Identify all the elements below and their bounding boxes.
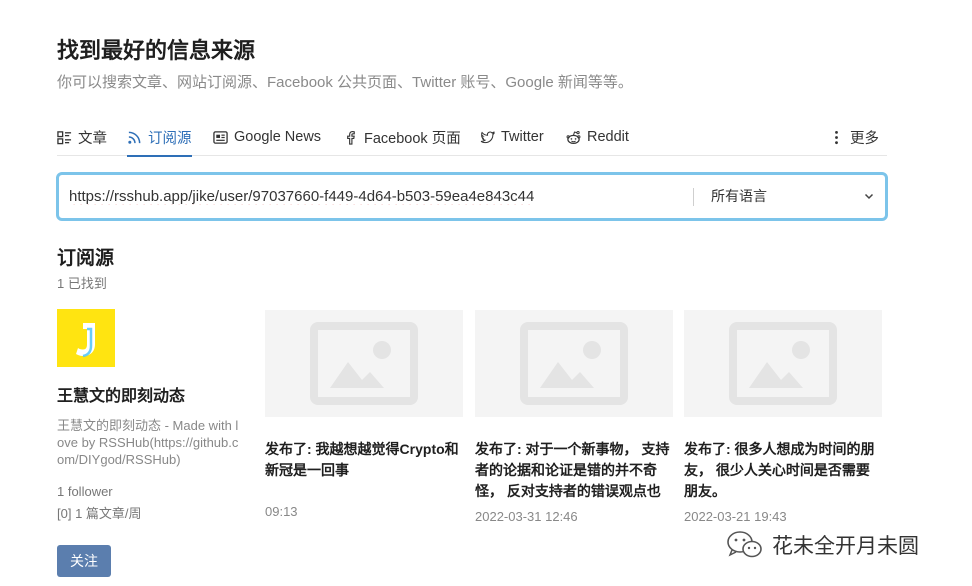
tab-google-news[interactable]: Google News [213, 118, 321, 156]
article-time: 09:13 [265, 504, 298, 519]
wechat-watermark: 花未全开月未圆 [726, 530, 919, 560]
jike-logo-icon [76, 323, 95, 358]
follow-button[interactable]: 关注 [57, 545, 111, 577]
more-label: 更多 [850, 130, 879, 147]
search-divider [693, 188, 694, 206]
search-input[interactable] [69, 175, 689, 218]
tab-twitter[interactable]: Twitter [480, 118, 544, 156]
wechat-icon [727, 531, 762, 558]
article-title[interactable]: 发布了: 很多人想成为时间的朋友， 很少人关心时间是否需要朋友。 [684, 439, 882, 502]
feed-article-rate: [0] 1 篇文章/周 [57, 506, 142, 521]
source-tabs: 文章 订阅源 Google News Facebook 页面 Twitter R… [57, 118, 887, 157]
page-subtitle: 你可以搜索文章、网站订阅源、Facebook 公共页面、Twitter 账号、G… [57, 74, 633, 91]
feed-description: 王慧文的即刻动态 - Made with love by RSSHub(http… [57, 418, 239, 467]
article-time: 2022-03-31 12:46 [475, 509, 578, 524]
image-placeholder-icon [520, 322, 628, 405]
tab-articles[interactable]: 文章 [57, 118, 107, 156]
tab-label: Reddit [587, 129, 629, 145]
tab-label: 文章 [78, 130, 107, 147]
tab-label: 订阅源 [148, 130, 192, 147]
rss-icon [128, 131, 141, 144]
tab-label: Facebook 页面 [364, 130, 461, 147]
article-time: 2022-03-21 19:43 [684, 509, 787, 524]
tab-label: Twitter [501, 129, 544, 145]
watermark-text: 花未全开月未圆 [772, 535, 919, 558]
language-select[interactable]: 所有语言 [711, 175, 767, 218]
facebook-icon [347, 130, 355, 145]
chevron-down-icon[interactable] [863, 190, 875, 202]
news-icon [213, 130, 228, 144]
page-title: 找到最好的信息来源 [57, 38, 256, 63]
tab-label: Google News [234, 129, 322, 145]
tab-feeds[interactable]: 订阅源 [127, 118, 192, 157]
more-vertical-icon [835, 130, 838, 144]
image-placeholder [475, 310, 673, 417]
article-icon [57, 130, 72, 144]
article-title[interactable]: 发布了: 对于一个新事物， 支持者的论据和论证是错的并不奇怪， 反对支持者的错误… [475, 439, 673, 502]
image-placeholder-icon [310, 322, 418, 405]
feed-followers: 1 follower [57, 484, 113, 499]
image-placeholder [265, 310, 463, 417]
image-placeholder-icon [729, 322, 837, 405]
reddit-icon [566, 130, 581, 144]
article-card[interactable]: 发布了: 我越想越觉得Crypto和新冠是一回事 09:13 [265, 310, 463, 519]
article-card[interactable]: 发布了: 很多人想成为时间的朋友， 很少人关心时间是否需要朋友。 2022-03… [684, 310, 882, 524]
article-card[interactable]: 发布了: 对于一个新事物， 支持者的论据和论证是错的并不奇怪， 反对支持者的错误… [475, 310, 673, 524]
image-placeholder [684, 310, 882, 417]
more-menu-button[interactable]: 更多 [829, 118, 879, 156]
feed-avatar[interactable] [57, 309, 115, 367]
article-title[interactable]: 发布了: 我越想越觉得Crypto和新冠是一回事 [265, 439, 463, 502]
tab-facebook[interactable]: Facebook 页面 [343, 118, 461, 156]
twitter-icon [480, 130, 495, 143]
search-box: 所有语言 [56, 172, 888, 221]
results-count: 1 已找到 [57, 276, 107, 291]
feed-name[interactable]: 王慧文的即刻动态 [57, 382, 185, 406]
results-title: 订阅源 [57, 248, 115, 269]
tab-reddit[interactable]: Reddit [566, 118, 629, 156]
